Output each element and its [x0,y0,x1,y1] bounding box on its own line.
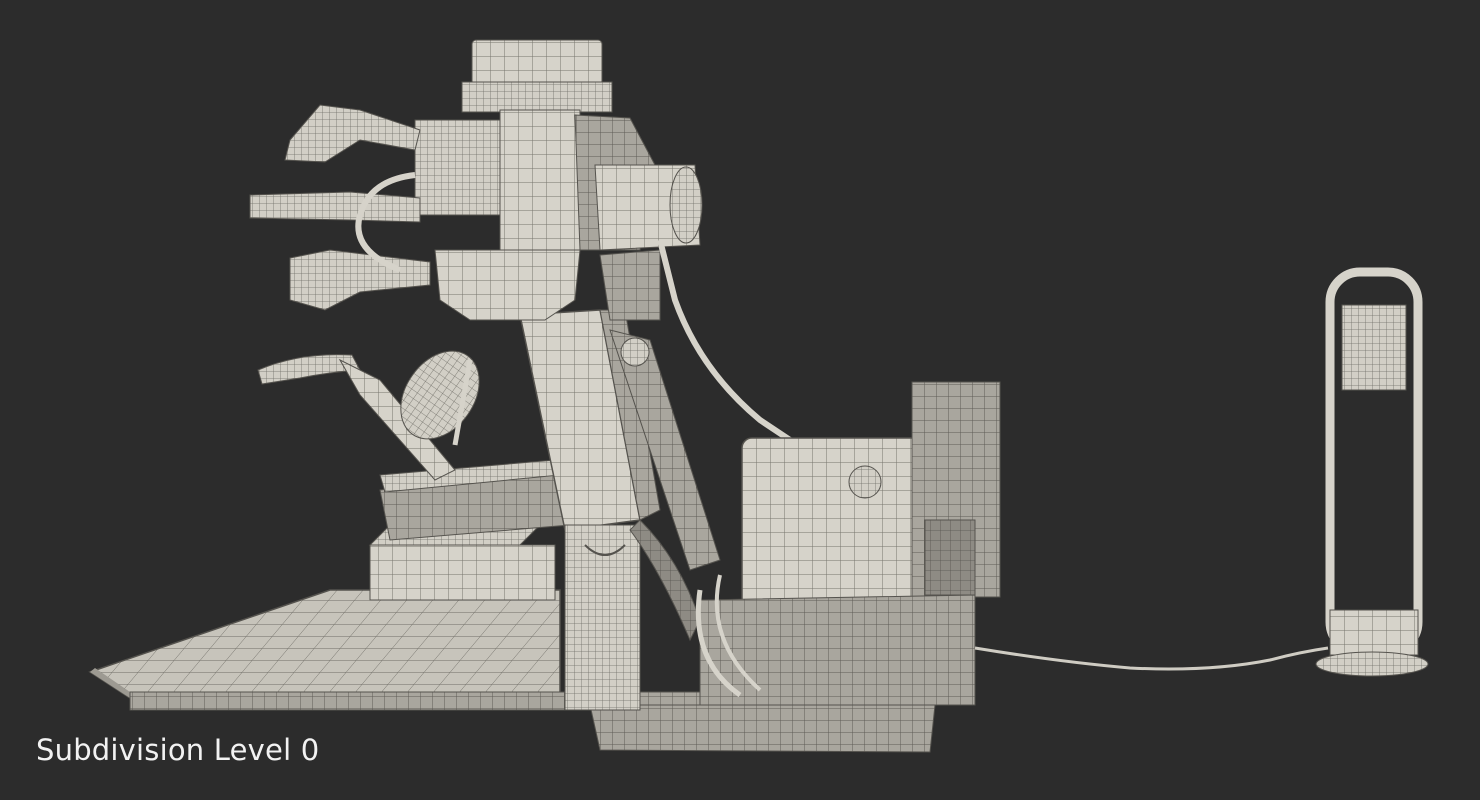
subdivision-level-label: Subdivision Level 0 [36,733,320,767]
clamp-jaws [249,104,431,311]
bead-breaker-arm [257,350,480,481]
turntable-base [379,459,571,541]
wireframe-render [88,39,1429,753]
power-cable [974,646,1329,671]
render-viewport: Subdivision Level 0 [0,0,1480,800]
inflation-stand [1315,267,1429,677]
control-box [695,381,1001,706]
